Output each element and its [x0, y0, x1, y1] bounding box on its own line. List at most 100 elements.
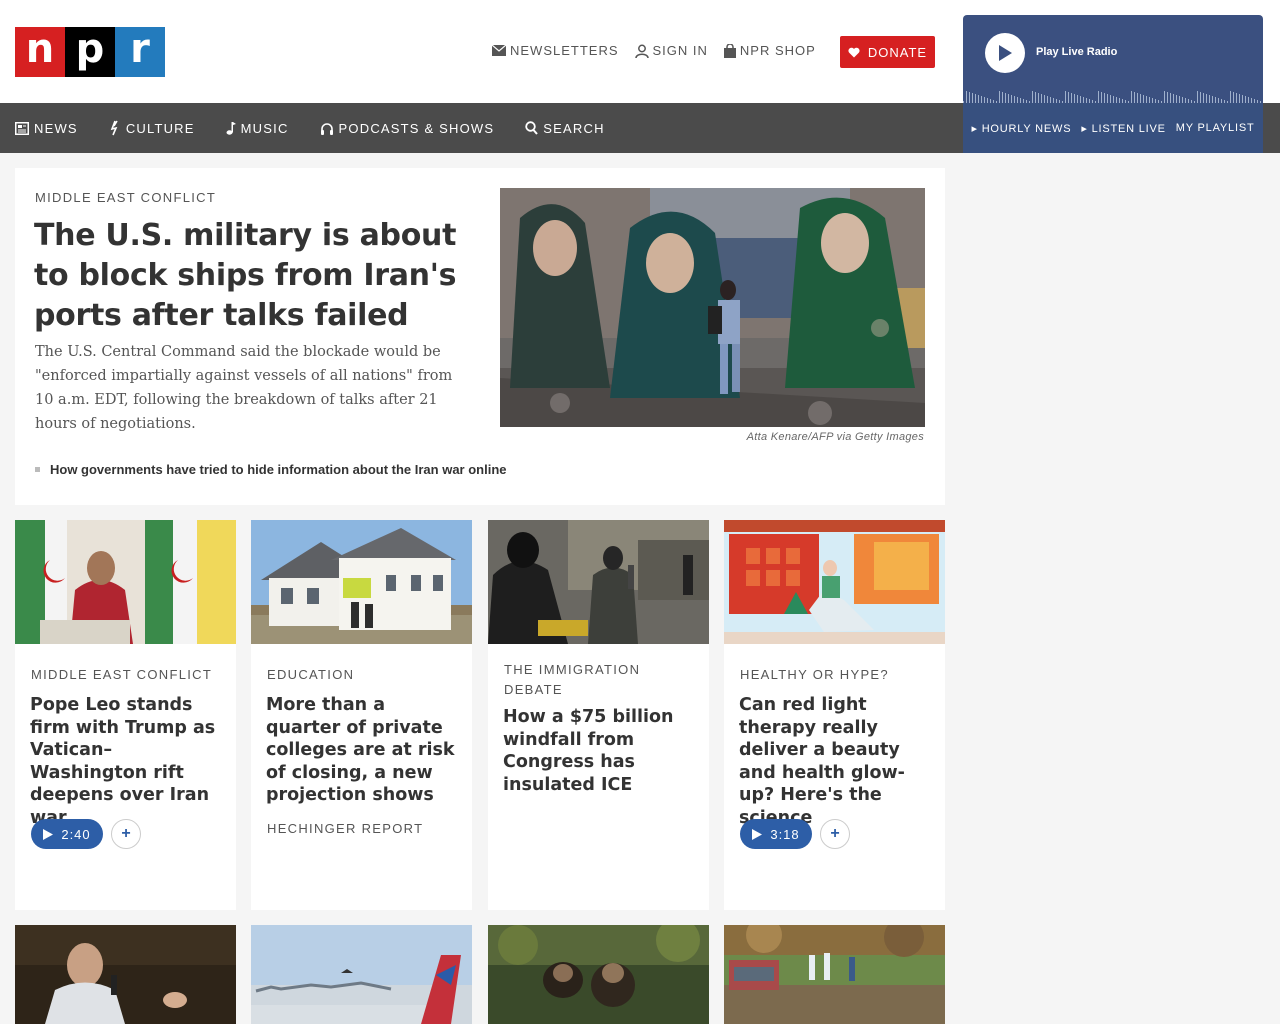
plus-icon: +	[830, 825, 840, 842]
story-card-title[interactable]: Can red light therapy really deliver a b…	[739, 694, 934, 829]
waveform-bar	[1005, 93, 1006, 103]
nav-podcasts-shows[interactable]: PODCASTS & SHOWS	[320, 121, 495, 136]
waveform-bar	[1110, 95, 1111, 103]
waveform-bar	[1209, 95, 1210, 103]
waveform-bar	[1032, 91, 1033, 103]
newsletters-link[interactable]: NEWSLETTERS	[492, 43, 619, 58]
utility-nav: NEWSLETTERS SIGN IN NPR SHOP	[492, 43, 816, 58]
play-button[interactable]	[985, 33, 1025, 73]
story-card-image[interactable]	[488, 925, 709, 1024]
waveform-bar	[1176, 95, 1177, 103]
waveform-bar	[1068, 92, 1069, 103]
nav-news[interactable]: NEWS	[15, 121, 78, 136]
story-card-title[interactable]: Pope Leo stands firm with Trump as Vatic…	[30, 694, 225, 829]
story-card-slug[interactable]: MIDDLE EAST CONFLICT	[31, 665, 221, 685]
story-card-slug[interactable]: THE IMMIGRATION DEBATE	[504, 660, 694, 700]
waveform-bar	[1107, 94, 1108, 103]
waveform-bar	[1170, 93, 1171, 103]
waveform-bar	[1080, 96, 1081, 103]
listen-live-link[interactable]: ▸ LISTEN LIVE	[1081, 122, 1165, 135]
story-card-slug[interactable]: HEALTHY OR HYPE?	[740, 665, 930, 685]
story-card-image[interactable]	[251, 520, 472, 644]
sign-in-link[interactable]: SIGN IN	[634, 43, 708, 58]
story-card-source[interactable]: HECHINGER REPORT	[267, 821, 423, 836]
play-icon	[999, 45, 1012, 61]
waveform-bar	[1008, 94, 1009, 103]
waveform-bar	[1101, 92, 1102, 103]
add-to-playlist-button[interactable]: +	[111, 819, 141, 849]
story-slug[interactable]: MIDDLE EAST CONFLICT	[35, 190, 216, 205]
donate-label: DONATE	[867, 44, 928, 60]
audio-play-button[interactable]: 2:40	[31, 819, 103, 849]
related-story-label: How governments have tried to hide infor…	[50, 462, 507, 477]
waveform-bar	[1035, 92, 1036, 103]
waveform-bar	[978, 95, 979, 103]
story-card-title[interactable]: How a $75 billion windfall from Congress…	[503, 706, 698, 796]
story-card-slug[interactable]: EDUCATION	[267, 665, 457, 685]
waveform-bar	[1197, 91, 1198, 103]
nav-music[interactable]: MUSIC	[226, 121, 289, 136]
ice-agents-image	[488, 520, 709, 644]
story-card-image[interactable]	[724, 520, 945, 644]
bullet-icon	[35, 467, 40, 472]
college-building-image	[251, 520, 472, 644]
my-playlist-link[interactable]: MY PLAYLIST	[1176, 122, 1255, 134]
nav-culture[interactable]: CULTURE	[109, 120, 195, 136]
story-card-title[interactable]: More than a quarter of private colleges …	[266, 694, 461, 807]
waveform-bar	[1164, 91, 1165, 103]
story-card: THE IMMIGRATION DEBATE How a $75 billion…	[488, 520, 709, 910]
waveform-bar	[1113, 96, 1114, 103]
story-card: HEALTHY OR HYPE? Can red light therapy r…	[724, 520, 945, 910]
waveform-bar	[1233, 92, 1234, 103]
photo-credit: Atta Kenare/AFP via Getty Images	[746, 431, 924, 443]
story-card-image[interactable]	[488, 520, 709, 644]
live-radio-player: Play Live Radio ▸ HOURLY NEWS ▸ LISTEN L…	[963, 15, 1263, 153]
waveform-bar	[1212, 96, 1213, 103]
play-icon	[752, 828, 763, 840]
hourly-news-link[interactable]: ▸ HOURLY NEWS	[972, 122, 1072, 135]
story-teaser[interactable]: The U.S. Central Command said the blocka…	[35, 340, 465, 436]
waveform-bar	[1011, 95, 1012, 103]
story-card-image[interactable]	[15, 925, 236, 1024]
waveform-bar	[1173, 94, 1174, 103]
story-card: EDUCATION More than a quarter of private…	[251, 520, 472, 910]
culture-icon	[110, 120, 118, 136]
waveform-bar	[1245, 96, 1246, 103]
pope-image	[15, 520, 236, 644]
listen-live-label: LISTEN LIVE	[1091, 122, 1166, 135]
npr-shop-link[interactable]: NPR SHOP	[723, 43, 816, 58]
nav-bar-edge	[1263, 103, 1280, 153]
waveform-bar	[1071, 93, 1072, 103]
nav-search[interactable]: SEARCH	[525, 121, 604, 136]
donate-button[interactable]: DONATE	[840, 36, 935, 68]
waveform-bar	[969, 92, 970, 103]
speaker-image	[15, 925, 236, 1024]
main-nav: NEWS CULTURE MUSIC PODCASTS & SHOWS SEAR…	[0, 103, 963, 153]
story-card-image[interactable]	[15, 520, 236, 644]
add-to-playlist-button[interactable]: +	[820, 819, 850, 849]
music-note-icon	[226, 122, 236, 135]
golf-course-image	[724, 925, 945, 1024]
npr-logo[interactable]: n p r	[15, 27, 165, 77]
waveform-bar	[972, 93, 973, 103]
mural-image	[500, 188, 925, 427]
sign-in-label: SIGN IN	[652, 43, 708, 58]
story-photo[interactable]	[500, 188, 925, 427]
waveform-bar	[1104, 93, 1105, 103]
waveform-bar	[1203, 93, 1204, 103]
story-card-image[interactable]	[724, 925, 945, 1024]
related-story-link[interactable]: How governments have tried to hide infor…	[35, 462, 507, 477]
nav-podcasts-label: PODCASTS & SHOWS	[338, 120, 495, 136]
waveform-bar	[1077, 95, 1078, 103]
red-light-therapy-illustration	[724, 520, 945, 644]
waveform-bar	[1236, 93, 1237, 103]
waveform-bar	[1041, 94, 1042, 103]
story-headline[interactable]: The U.S. military is about to block ship…	[34, 216, 474, 336]
featured-story: MIDDLE EAST CONFLICT The U.S. military i…	[15, 168, 945, 505]
player-links: ▸ HOURLY NEWS ▸ LISTEN LIVE MY PLAYLIST	[963, 103, 1263, 153]
audio-play-button[interactable]: 3:18	[740, 819, 812, 849]
shopping-bag-icon	[723, 43, 736, 58]
story-card-image[interactable]	[251, 925, 472, 1024]
waveform-bar	[975, 94, 976, 103]
waveform-bar	[1140, 94, 1141, 103]
